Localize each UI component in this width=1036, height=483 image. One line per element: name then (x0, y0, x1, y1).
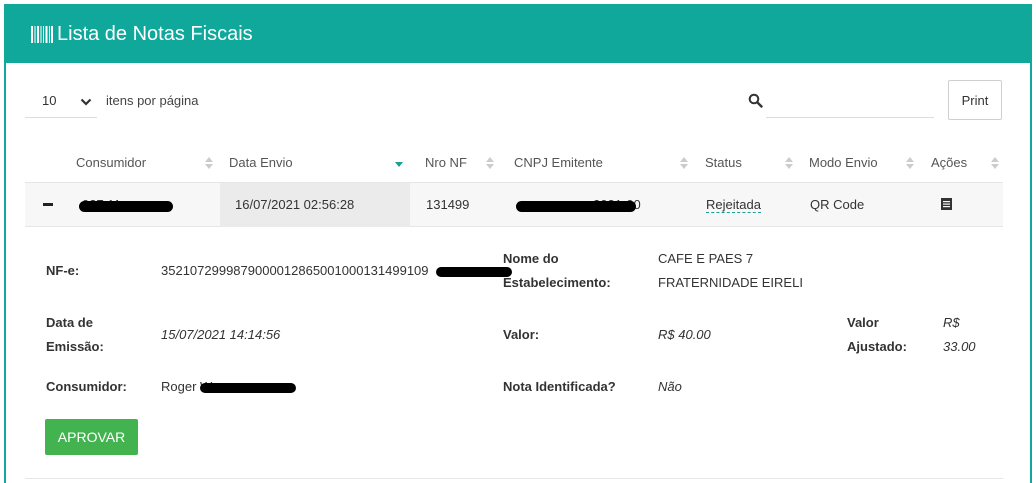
cell-data-envio: 16/07/2021 02:56:28 (235, 197, 355, 212)
valor-label: Valor: (503, 327, 540, 342)
column-header-consumidor[interactable]: Consumidor (70, 143, 220, 183)
sort-both-icon (205, 157, 213, 169)
column-header-cnpj-emitente[interactable]: CNPJ Emitente (500, 143, 690, 183)
sort-both-icon (785, 157, 793, 169)
approve-button[interactable]: APROVAR (45, 419, 138, 455)
consumidor-label: Consumidor: (46, 379, 127, 394)
panel-header: Lista de Notas Fiscais (6, 6, 1030, 63)
column-header-nro-nf[interactable]: Nro NF (410, 143, 500, 183)
data-emissao-label-line2: Emissão: (46, 339, 104, 354)
document-icon[interactable] (941, 198, 952, 210)
search-input[interactable] (766, 86, 934, 118)
row-detail: NF-e: 3521072999879000012865001000131499… (25, 227, 1003, 479)
status-link[interactable]: Rejeitada (706, 197, 761, 213)
cell-modo-envio: QR Code (810, 197, 865, 212)
redaction-mark (200, 383, 296, 393)
search-icon (748, 93, 763, 108)
cell-nro-nf-link[interactable]: 131499 (426, 197, 469, 212)
page-length-label: itens por página (106, 93, 199, 108)
column-header-status[interactable]: Status (690, 143, 795, 183)
column-label: Nro NF (425, 155, 467, 170)
nome-estabelecimento-label-line2: Estabelecimento: (503, 275, 611, 290)
column-header-modo-envio[interactable]: Modo Envio (795, 143, 917, 183)
nfe-key-link[interactable]: 3521072999879000012865001000131499109 (161, 259, 429, 283)
valor-value: R$ 40.00 (658, 327, 711, 342)
valor-ajustado-label-line1: Valor (847, 315, 879, 330)
column-label: CNPJ Emitente (514, 155, 603, 170)
column-label: Ações (931, 155, 968, 170)
nome-estabelecimento-label-line1: Nome do (503, 251, 559, 266)
nota-identificada-value: Não (658, 379, 682, 394)
column-label: Modo Envio (809, 155, 878, 170)
sort-both-icon (991, 157, 999, 169)
nome-estabelecimento-value-line1: CAFE E PAES 7 (658, 251, 754, 266)
sort-both-icon (906, 157, 914, 169)
data-emissao-label-line1: Data de (46, 315, 93, 330)
page-length-select[interactable]: 10 (25, 86, 97, 118)
column-label: Consumidor (76, 155, 147, 170)
column-label: Status (705, 155, 742, 170)
column-header-data-envio[interactable]: Data Envio (220, 143, 410, 183)
barcode-icon (31, 26, 53, 43)
data-emissao-value: 15/07/2021 14:14:56 (161, 327, 281, 342)
column-header-acoes[interactable]: Ações (917, 143, 1003, 183)
valor-ajustado-currency: R$ (943, 315, 960, 330)
redaction-mark (79, 201, 173, 212)
sort-desc-icon (395, 162, 403, 167)
collapse-row-icon[interactable] (43, 203, 53, 206)
page-title: Lista de Notas Fiscais (57, 23, 253, 45)
nfe-label: NF-e: (46, 263, 80, 278)
valor-ajustado-label-line2: Ajustado: (847, 339, 907, 354)
sort-both-icon (486, 157, 494, 169)
nota-identificada-label: Nota Identificada? (503, 379, 616, 394)
print-button[interactable]: Print (948, 80, 1002, 120)
table-row[interactable]: 027.11 16/07/2021 02:56:28 131499 2021-0… (25, 183, 1003, 227)
nome-estabelecimento-value-line2: FRATERNIDADE EIRELI (658, 275, 803, 290)
page-length-value: 10 (42, 93, 57, 108)
redaction-mark (516, 201, 636, 212)
table-header: Consumidor Data Envio Nro NF CNPJ Emiten… (25, 143, 1003, 183)
column-label: Data Envio (229, 155, 293, 170)
valor-ajustado-amount: 33.00 (943, 339, 976, 354)
sort-both-icon (680, 157, 688, 169)
chevron-down-icon (80, 98, 92, 106)
redaction-mark (436, 267, 512, 277)
